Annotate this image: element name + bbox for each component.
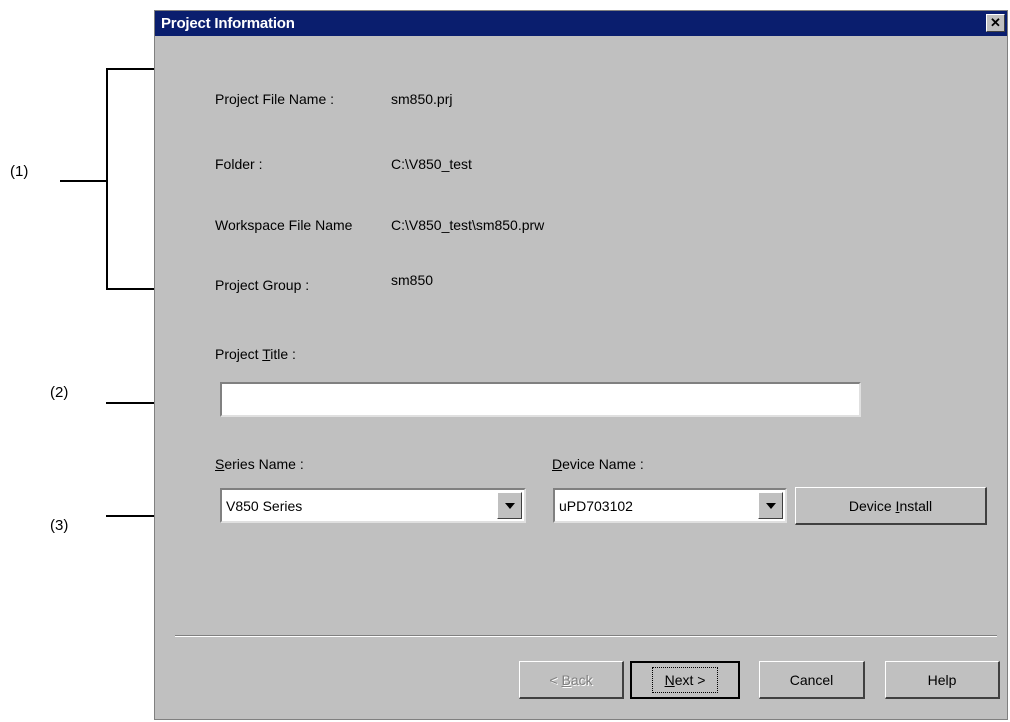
- next-post: ext >: [674, 672, 706, 688]
- back-mnemonic: B: [561, 671, 571, 688]
- series-name-label: Series Name :: [215, 456, 304, 472]
- next-label: Next >: [651, 667, 719, 693]
- back-label: < Back: [549, 672, 592, 688]
- workspace-file-name-label: Workspace File Name: [215, 217, 353, 233]
- close-button[interactable]: ✕: [986, 14, 1005, 32]
- device-install-button[interactable]: Device Install: [795, 487, 987, 525]
- back-post: ack: [570, 671, 593, 688]
- project-file-name-label: Project File Name :: [215, 91, 335, 107]
- project-title-input[interactable]: [220, 382, 861, 417]
- callout-2: (2): [50, 384, 69, 401]
- series-name-dropdown-button[interactable]: [497, 492, 522, 519]
- callout-3: (3): [50, 517, 69, 534]
- device-name-selected: uPD703102: [559, 498, 633, 514]
- project-title-label: Project Title :: [215, 346, 296, 362]
- back-button[interactable]: < Back: [519, 661, 624, 699]
- help-button[interactable]: Help: [885, 661, 1000, 699]
- project-title-label-post: itle :: [270, 346, 296, 362]
- back-pre: <: [549, 671, 562, 688]
- project-information-dialog: Project Information ✕ Project File Name …: [154, 10, 1008, 720]
- project-title-label-pre: Project: [215, 346, 263, 362]
- callout-1: (1): [10, 163, 29, 180]
- series-name-dropdown[interactable]: V850 Series: [220, 488, 526, 523]
- device-install-post: nstall: [899, 497, 933, 514]
- title-bar: Project Information ✕: [155, 11, 1007, 36]
- device-install-pre: Device: [848, 497, 896, 514]
- project-group-value: sm850: [391, 272, 434, 288]
- series-name-selected: V850 Series: [226, 498, 303, 514]
- footer-separator: [175, 635, 997, 637]
- next-button[interactable]: Next >: [630, 661, 740, 699]
- help-label: Help: [927, 671, 957, 688]
- workspace-file-name-value: C:\V850_test\sm850.prw: [391, 217, 545, 233]
- device-name-dropdown[interactable]: uPD703102: [553, 488, 787, 523]
- device-name-label-post: evice Name :: [562, 456, 644, 472]
- project-file-name-value: sm850.prj: [391, 91, 453, 107]
- chevron-down-icon: [765, 502, 776, 509]
- project-group-label: Project Group :: [215, 277, 310, 293]
- device-install-label: Device Install: [849, 498, 932, 514]
- bracket-stem: [60, 180, 108, 182]
- folder-value: C:\V850_test: [391, 156, 472, 172]
- chevron-down-icon: [504, 502, 515, 509]
- bracket-vertical: [106, 68, 108, 290]
- close-icon: ✕: [990, 15, 1001, 30]
- folder-label: Folder :: [215, 156, 263, 172]
- dialog-title: Project Information: [161, 15, 295, 32]
- device-name-label: Device Name :: [552, 456, 644, 472]
- series-name-label-post: eries Name :: [224, 456, 304, 472]
- device-name-dropdown-button[interactable]: [758, 492, 783, 519]
- next-mnemonic: N: [664, 672, 675, 688]
- cancel-label: Cancel: [789, 671, 834, 688]
- device-name-label-mnemonic: D: [552, 456, 563, 472]
- cancel-button[interactable]: Cancel: [759, 661, 865, 699]
- series-name-label-mnemonic: S: [215, 456, 225, 472]
